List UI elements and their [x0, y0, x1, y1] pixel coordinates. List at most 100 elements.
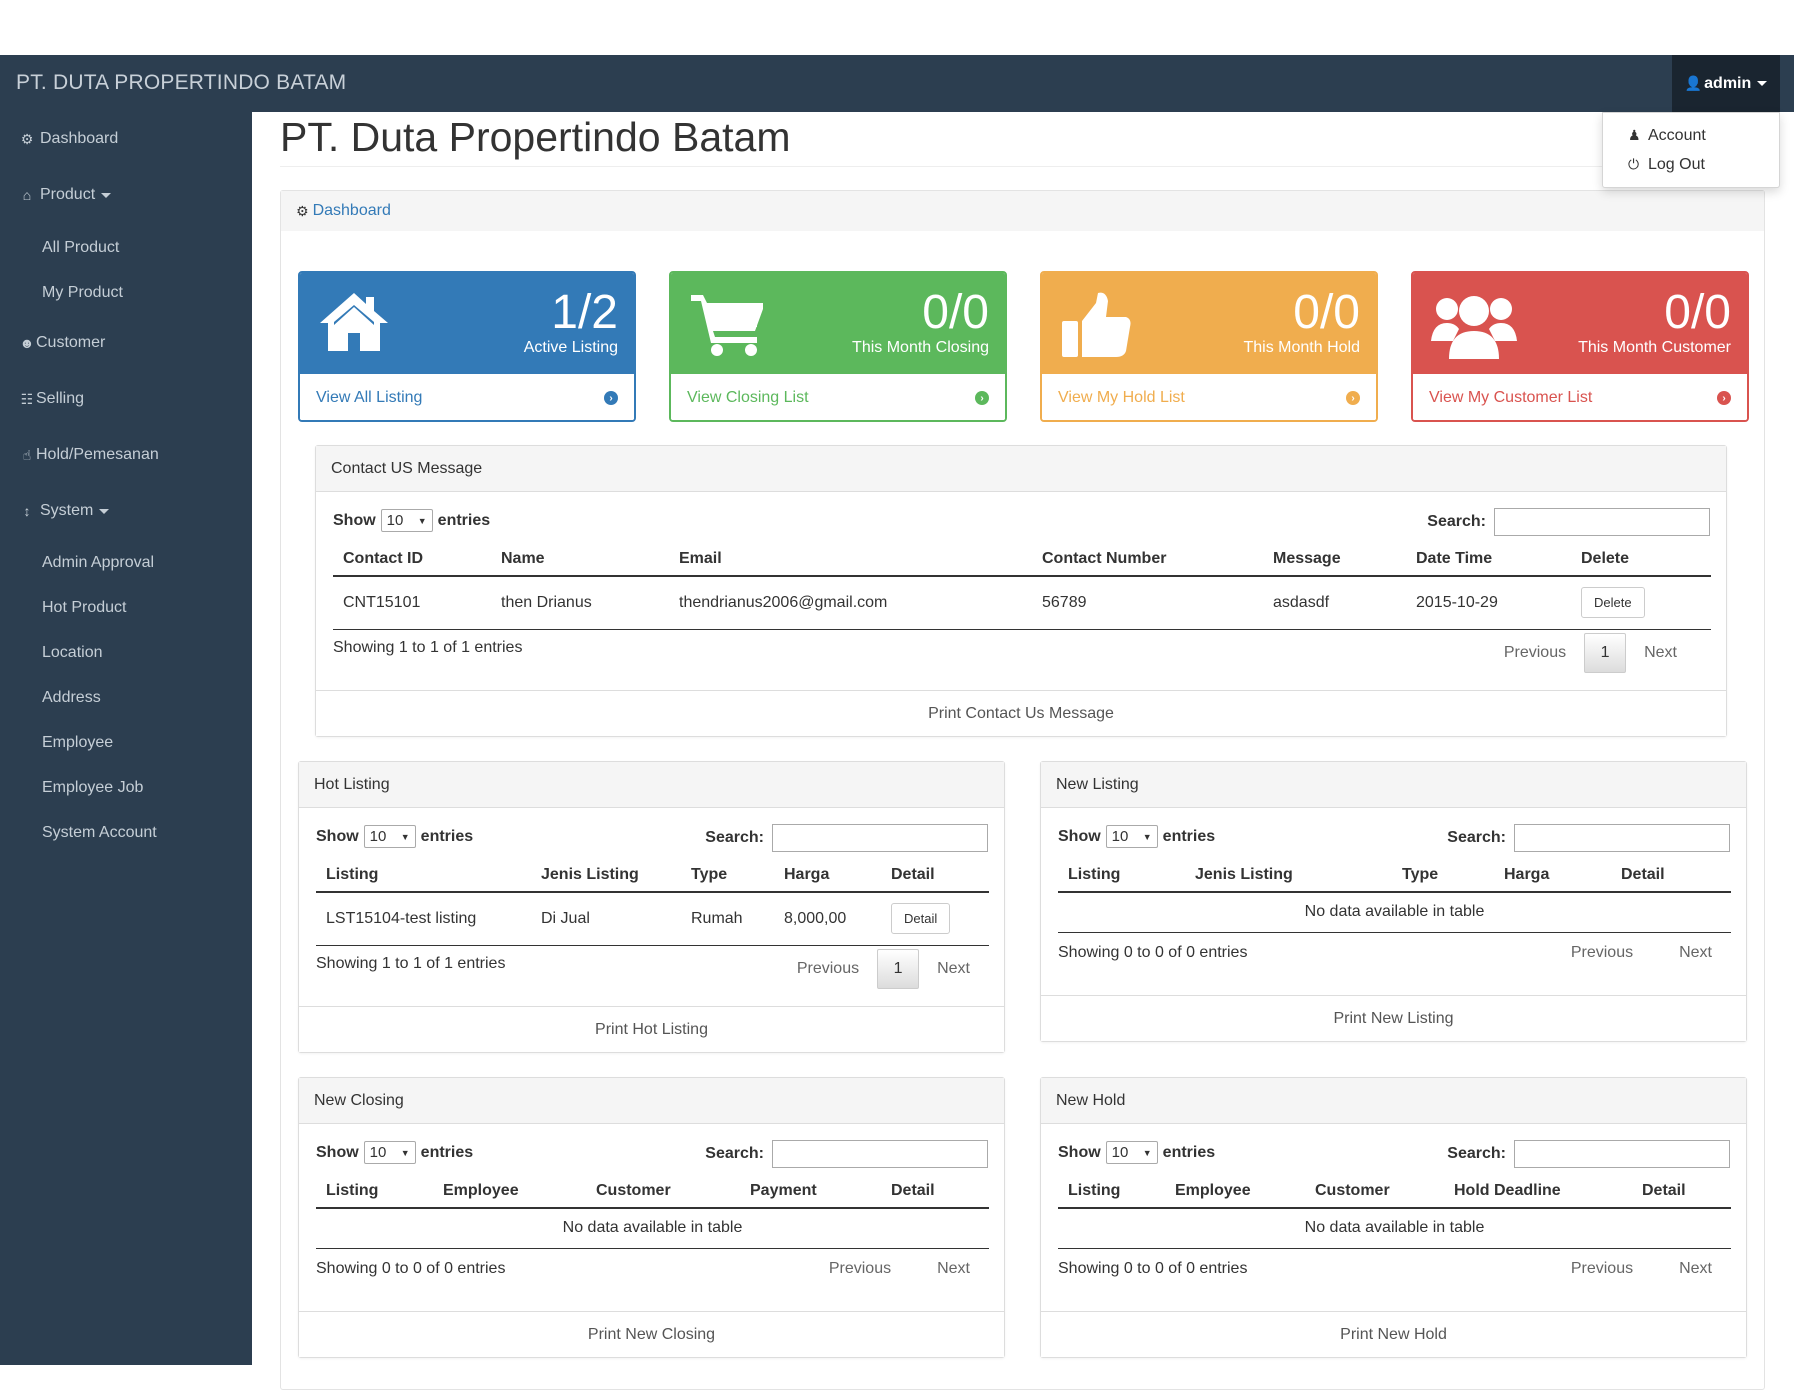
sidebar-item-my-product[interactable]: My Product — [42, 284, 123, 302]
card-link-label: View My Customer List — [1429, 389, 1593, 406]
sidebar-item-customer[interactable]: ☻ Customer — [18, 334, 270, 352]
column-header[interactable]: Jenis Listing — [1185, 858, 1392, 893]
column-header[interactable]: Detail — [1611, 858, 1731, 893]
print-hot-listing-button[interactable]: Print Hot Listing — [299, 1006, 1004, 1052]
column-header[interactable]: Jenis Listing — [531, 858, 681, 893]
page-button-1[interactable]: 1 — [877, 949, 920, 989]
column-header[interactable]: Message — [1263, 542, 1406, 577]
column-header[interactable]: Customer — [1305, 1174, 1444, 1209]
sidebar-item-dashboard[interactable]: ⚙ Dashboard — [18, 130, 270, 148]
sidebar: ⚙ Dashboard ⌂ Product All Product My Produ… — [0, 112, 252, 1365]
column-header[interactable]: Harga — [1494, 858, 1611, 893]
user-icon: ♟ — [1628, 127, 1641, 143]
page-button-1[interactable]: 1 — [1584, 633, 1627, 673]
sidebar-item-selling[interactable]: ☷ Selling — [18, 390, 270, 408]
sidebar-item-system[interactable]: ↕ System — [18, 502, 270, 520]
previous-button[interactable]: Previous — [1571, 944, 1633, 962]
page-length-select[interactable]: 10 ▼ — [1105, 825, 1158, 848]
page-length-select[interactable]: 10 ▼ — [363, 1141, 416, 1164]
column-header[interactable]: Contact Number — [1032, 542, 1263, 577]
sidebar-item-hot-product[interactable]: Hot Product — [42, 599, 126, 617]
column-header[interactable]: Detail — [1632, 1174, 1731, 1209]
card-link-label: View All Listing — [316, 389, 423, 406]
user-menu-toggle[interactable]: 👤 admin — [1672, 55, 1780, 112]
column-header[interactable]: Detail — [881, 1174, 989, 1209]
next-button[interactable]: Next — [937, 1260, 970, 1278]
table-row: No data available in table — [1058, 892, 1731, 933]
column-header[interactable]: Date Time — [1406, 542, 1571, 577]
column-header[interactable]: Harga — [774, 858, 881, 893]
column-header[interactable]: Employee — [1165, 1174, 1305, 1209]
print-new-closing-button[interactable]: Print New Closing — [299, 1311, 1004, 1357]
page-length-value: 10 — [1111, 828, 1129, 845]
menu-item-logout[interactable]: ⏻ Log Out — [1603, 150, 1779, 179]
print-new-hold-button[interactable]: Print New Hold — [1041, 1311, 1746, 1357]
column-header[interactable]: Payment — [740, 1174, 881, 1209]
empty-table-message: No data available in table — [316, 1208, 989, 1249]
card-header: 1/2 Active Listing — [300, 273, 634, 374]
sidebar-item-admin-approval[interactable]: Admin Approval — [42, 554, 154, 572]
previous-button[interactable]: Previous — [797, 960, 859, 978]
users-icon — [1431, 296, 1517, 359]
column-header[interactable]: Name — [491, 542, 669, 577]
page-length-select[interactable]: 10 ▼ — [363, 825, 416, 848]
sidebar-item-employee[interactable]: Employee — [42, 734, 113, 752]
next-button[interactable]: Next — [1679, 944, 1712, 962]
column-header[interactable]: Hold Deadline — [1444, 1174, 1632, 1209]
detail-button[interactable]: Detail — [891, 903, 951, 935]
column-header[interactable]: Email — [669, 542, 1032, 577]
table-info: Showing 0 to 0 of 0 entries — [1058, 1260, 1248, 1277]
page-length-value: 10 — [386, 512, 404, 529]
card-footer-link[interactable]: View My Customer List › — [1413, 374, 1747, 420]
sidebar-item-system-account[interactable]: System Account — [42, 824, 157, 842]
next-button[interactable]: Next — [1644, 644, 1677, 662]
search-input[interactable] — [1514, 1140, 1730, 1168]
entries-label: entries — [420, 1143, 474, 1161]
search-input[interactable] — [1514, 824, 1730, 852]
menu-item-account[interactable]: ♟ Account — [1603, 121, 1779, 150]
sidebar-item-product[interactable]: ⌂ Product — [18, 186, 270, 204]
column-header[interactable]: Contact ID — [333, 542, 491, 577]
column-header[interactable]: Listing — [1058, 1174, 1165, 1209]
brand-title[interactable]: PT. DUTA PROPERTINDO BATAM — [16, 71, 346, 95]
caret-down-icon — [1757, 81, 1768, 86]
cell-jenis-listing: Di Jual — [531, 892, 681, 946]
column-header[interactable]: Delete — [1571, 542, 1711, 577]
search-input[interactable] — [772, 1140, 988, 1168]
sidebar-item-hold[interactable]: ☝ Hold/Pemesanan — [18, 446, 270, 464]
sidebar-item-employee-job[interactable]: Employee Job — [42, 779, 143, 797]
dashboard-panel: ⚙ Dashboard 1/2 Active Listing View All … — [280, 190, 1765, 1390]
print-contact-button[interactable]: Print Contact Us Message — [316, 690, 1726, 736]
contact-table: Contact ID Name Email Contact Number Mes… — [333, 542, 1711, 630]
page-length-control: Show 10 ▼ entries — [316, 825, 473, 848]
page-length-select[interactable]: 10 ▼ — [380, 509, 433, 532]
column-header[interactable]: Listing — [1058, 858, 1185, 893]
column-header[interactable]: Listing — [316, 858, 531, 893]
page-length-select[interactable]: 10 ▼ — [1105, 1141, 1158, 1164]
previous-button[interactable]: Previous — [829, 1260, 891, 1278]
previous-button[interactable]: Previous — [1571, 1260, 1633, 1278]
column-header[interactable]: Detail — [881, 858, 989, 893]
column-header[interactable]: Type — [681, 858, 774, 893]
sidebar-item-location[interactable]: Location — [42, 644, 103, 662]
next-button[interactable]: Next — [1679, 1260, 1712, 1278]
next-button[interactable]: Next — [937, 960, 970, 978]
column-header[interactable]: Listing — [316, 1174, 433, 1209]
stat-card-month-hold: 0/0 This Month Hold View My Hold List › — [1040, 271, 1378, 422]
delete-button[interactable]: Delete — [1581, 587, 1645, 619]
search-input[interactable] — [1494, 508, 1710, 536]
previous-button[interactable]: Previous — [1504, 644, 1566, 662]
column-header[interactable]: Employee — [433, 1174, 586, 1209]
card-footer-link[interactable]: View My Hold List › — [1042, 374, 1376, 420]
column-header[interactable]: Customer — [586, 1174, 740, 1209]
card-footer-link[interactable]: View All Listing › — [300, 374, 634, 420]
search-input[interactable] — [772, 824, 988, 852]
sidebar-item-all-product[interactable]: All Product — [42, 239, 119, 257]
print-new-listing-button[interactable]: Print New Listing — [1041, 995, 1746, 1041]
breadcrumb-link[interactable]: Dashboard — [313, 202, 391, 220]
column-header[interactable]: Type — [1392, 858, 1494, 893]
thumbs-up-icon: ☝ — [22, 446, 32, 463]
card-header: 0/0 This Month Hold — [1042, 273, 1376, 374]
sidebar-item-address[interactable]: Address — [42, 689, 101, 707]
card-footer-link[interactable]: View Closing List › — [671, 374, 1005, 420]
